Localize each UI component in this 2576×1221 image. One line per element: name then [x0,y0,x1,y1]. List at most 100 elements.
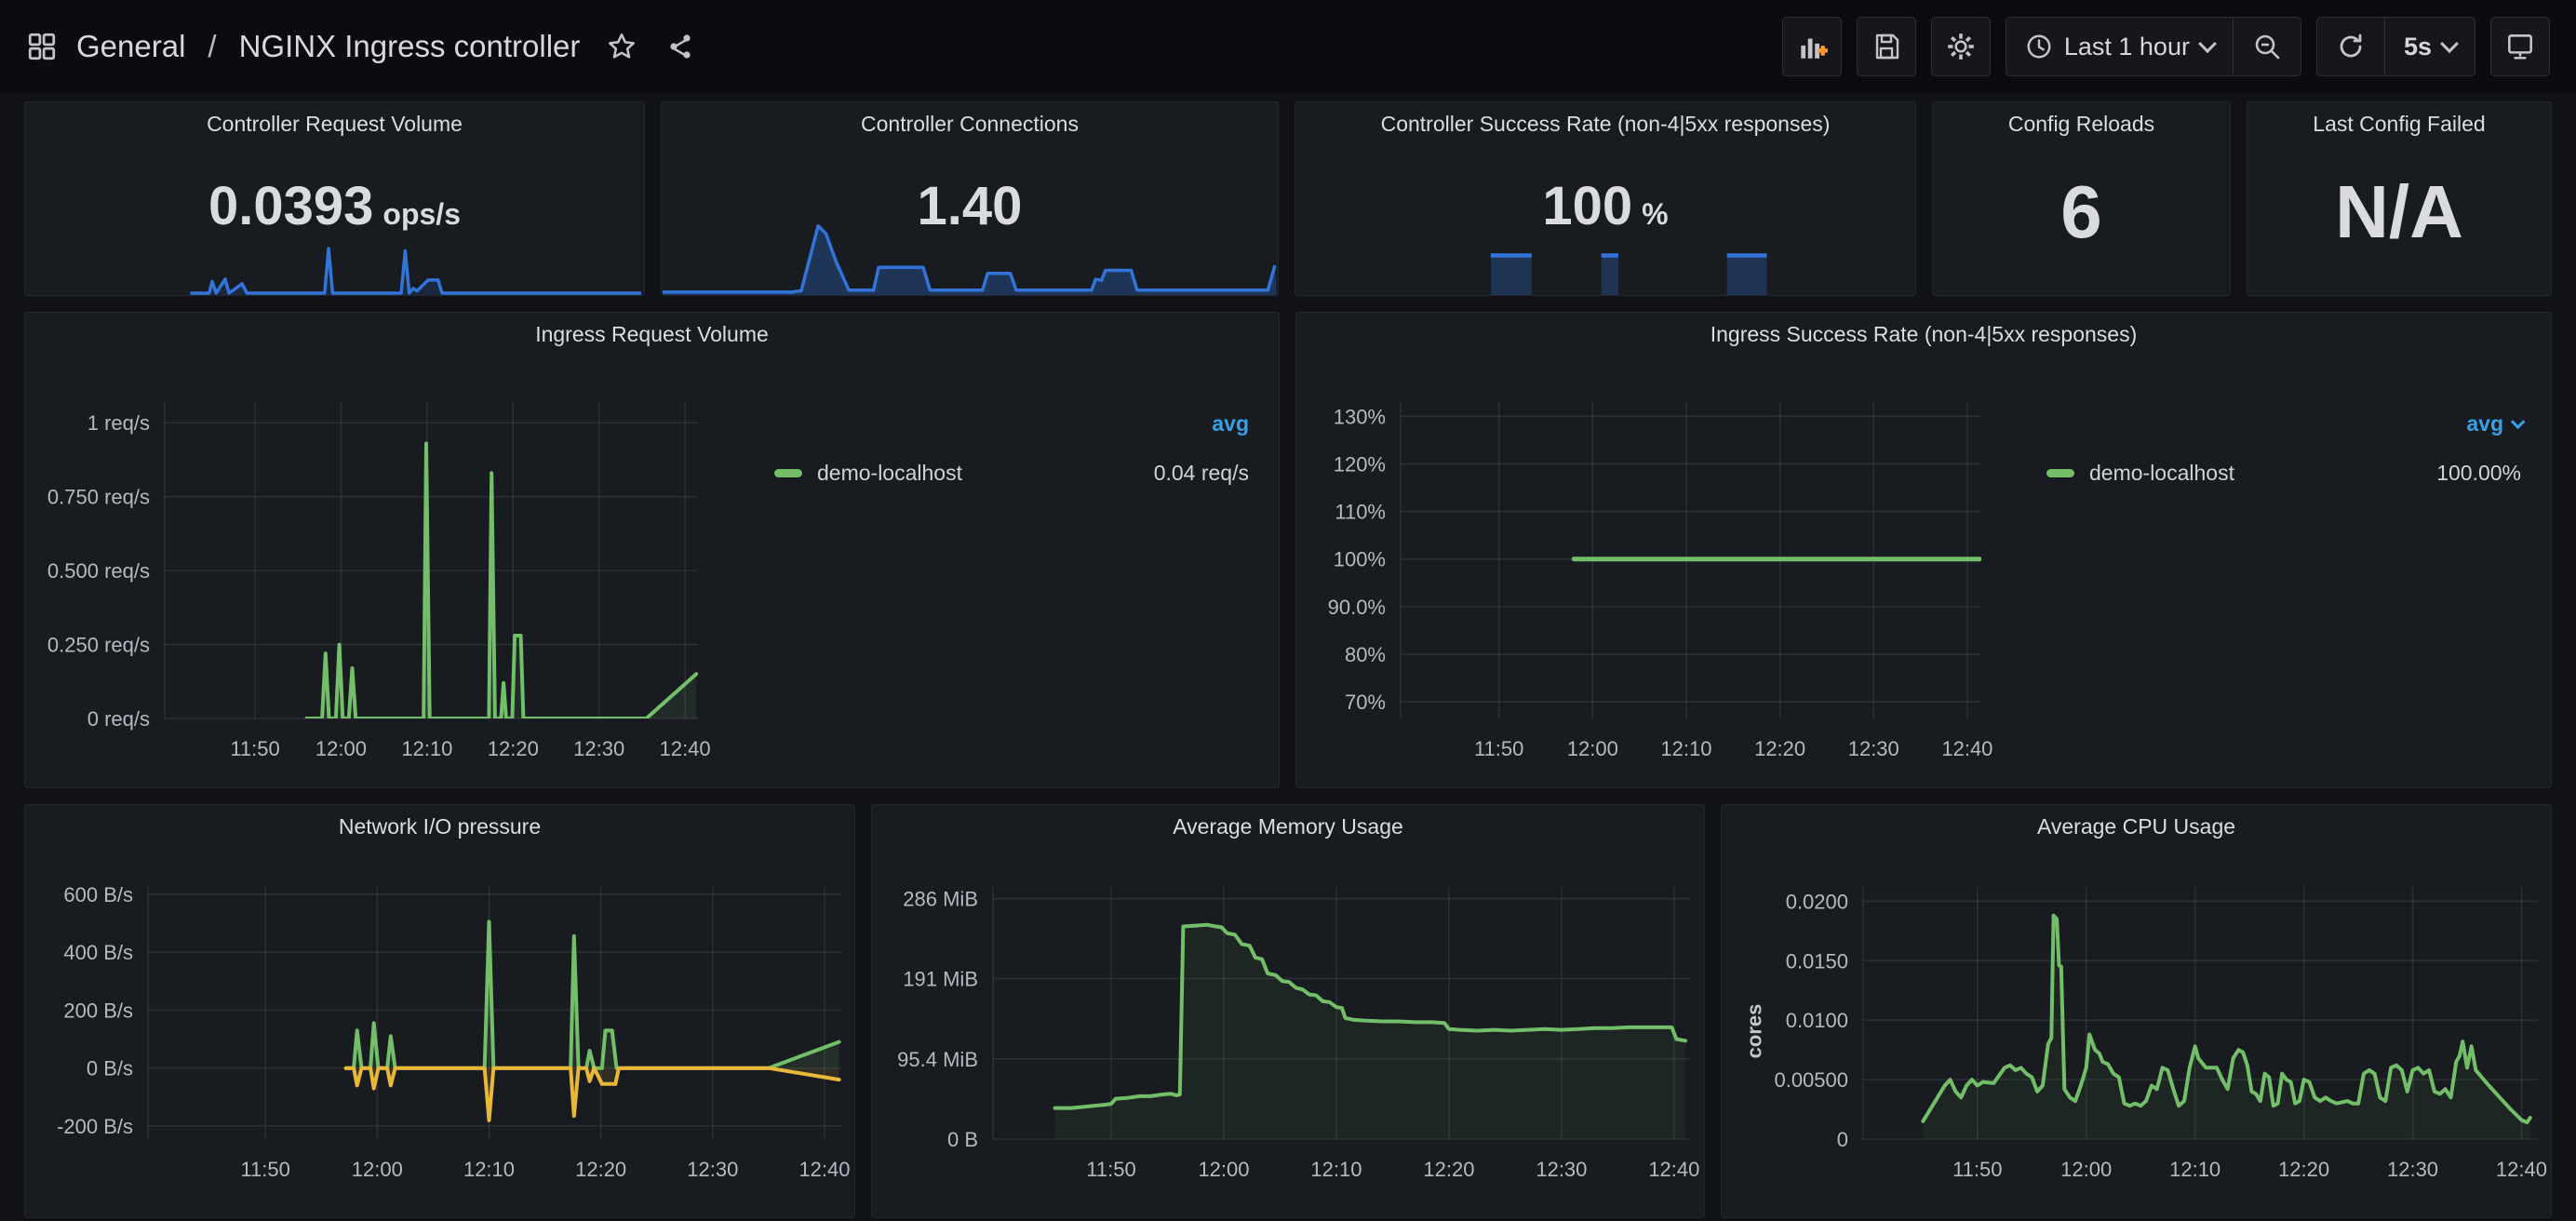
chart-legend: avg demo-localhost 0.04 req/s [720,352,1279,787]
x-axis-tick-label: 12:20 [575,1158,626,1181]
network-io-chart[interactable]: -200 B/s0 B/s200 B/s400 B/s600 B/s11:501… [25,844,854,1217]
y-axis-tick-label: 286 MiB [903,888,978,911]
x-axis-tick-label: 12:40 [1648,1158,1699,1181]
sparkline-line [190,248,641,293]
legend-row: demo-localhost 100.00% [1992,461,2551,486]
y-axis-tick-label: 0.750 req/s [47,486,150,509]
x-axis-tick-label: 12:40 [660,737,711,760]
y-axis-tick-label: 600 B/s [63,883,133,906]
stat-value: 6 [2060,169,2102,255]
y-axis-tick-label: 1 req/s [87,411,150,435]
x-axis-tick-label: 12:00 [315,737,367,760]
x-axis-tick-label: 12:20 [2278,1158,2329,1181]
y-axis-tick-label: 100% [1334,548,1386,571]
stat-value-wrap: N/A [2247,141,2551,295]
panel-title[interactable]: Average Memory Usage [872,805,1704,844]
chart-body: 0 req/s0.250 req/s0.500 req/s0.750 req/s… [25,352,1279,787]
y-axis-tick-label: 0.0150 [1786,949,1848,973]
panel-title[interactable]: Ingress Success Rate (non-4|5xx response… [1296,313,2551,352]
x-axis-tick-label: 12:40 [2496,1158,2547,1181]
y-axis-tick-label: 70% [1345,691,1386,714]
toolbar: Last 1 hour 5s [1782,17,2550,76]
chevron-down-icon [2440,34,2459,53]
series-name[interactable]: demo-localhost [2089,461,2234,486]
breadcrumb-folder[interactable]: General [76,29,185,64]
series-line [307,444,697,719]
panel-title[interactable]: Network I/O pressure [25,805,854,844]
panel-average-cpu-usage: Average CPU Usage cores 00.005000.01000.… [1721,804,2552,1218]
panel-title[interactable]: Average CPU Usage [1722,805,2551,844]
average-cpu-chart[interactable]: 00.005000.01000.01500.020011:5012:0012:1… [1722,844,2551,1217]
series-line [346,921,839,1067]
y-axis-tick-label: 0.0100 [1786,1009,1848,1032]
panel-title[interactable]: Config Reloads [1933,102,2230,141]
x-axis-tick-label: 12:00 [2060,1158,2112,1181]
ingress-success-rate-chart[interactable]: 70%80%90.0%100%110%120%130%11:5012:0012:… [1296,352,1992,787]
dashboard-settings-button[interactable] [1931,17,1991,76]
y-axis-tick-label: 110% [1335,501,1386,524]
kiosk-mode-button[interactable] [2490,17,2550,76]
stat-value: 0.0393 ops/s [208,175,461,237]
x-axis-tick-label: 12:30 [687,1158,738,1181]
y-axis-tick-label: 0 req/s [87,707,150,731]
series-avg-value: 100.00% [2436,461,2521,486]
x-axis-tick-label: 12:10 [1660,737,1711,760]
panel-controller-request-volume: Controller Request Volume 0.0393 ops/s [24,101,645,296]
panel-last-config-failed: Last Config Failed N/A [2247,101,2552,296]
panel-title[interactable]: Controller Success Rate (non-4|5xx respo… [1295,102,1915,141]
x-axis-tick-label: 11:50 [1952,1158,2002,1181]
panel-title[interactable]: Controller Connections [662,102,1278,141]
chart-body: 00.005000.01000.01500.020011:5012:0012:1… [1722,844,2551,1217]
stat-panel-row: Controller Request Volume 0.0393 ops/s C… [24,101,2552,296]
legend-stat-header[interactable]: avg [1992,411,2551,436]
chart-body: -200 B/s0 B/s200 B/s400 B/s600 B/s11:501… [25,844,854,1217]
star-icon[interactable] [606,31,637,62]
x-axis-tick-label: 12:40 [798,1158,850,1181]
series-avg-value: 0.04 req/s [1154,461,1249,486]
x-axis-tick-label: 12:00 [352,1158,403,1181]
x-axis-tick-label: 12:10 [463,1158,515,1181]
add-panel-button[interactable] [1782,17,1842,76]
save-dashboard-button[interactable] [1857,17,1916,76]
success-bar [1491,254,1532,295]
breadcrumb: General / NGINX Ingress controller [26,29,695,64]
y-axis-tick-label: 130% [1334,405,1386,428]
stat-value-wrap: 6 [1933,141,2230,295]
x-axis-tick-label: 11:50 [230,737,279,760]
x-axis-tick-label: 12:10 [401,737,452,760]
ingress-request-volume-chart[interactable]: 0 req/s0.250 req/s0.500 req/s0.750 req/s… [25,352,720,787]
stat-value: 100 % [1542,175,1668,237]
panel-title[interactable]: Last Config Failed [2247,102,2551,141]
x-axis-tick-label: 12:20 [1754,737,1805,760]
y-axis-tick-label: 400 B/s [63,941,133,964]
y-axis-tick-label: 120% [1334,452,1386,476]
y-axis-tick-label: 0.0200 [1786,890,1848,913]
x-axis-tick-label: 12:30 [2387,1158,2438,1181]
x-axis-tick-label: 12:30 [573,737,624,760]
x-axis-tick-label: 12:10 [2169,1158,2220,1181]
series-color-swatch [774,469,802,477]
refresh-button[interactable] [2317,18,2384,75]
refresh-interval-picker[interactable]: 5s [2384,18,2475,75]
zoom-out-button[interactable] [2233,18,2301,75]
average-memory-chart[interactable]: 0 B95.4 MiB191 MiB286 MiB11:5012:0012:10… [872,844,1704,1217]
share-icon[interactable] [665,32,695,61]
panel-ingress-success-rate: Ingress Success Rate (non-4|5xx response… [1295,312,2552,788]
x-axis-tick-label: 12:10 [1310,1158,1362,1181]
dashboard-title: NGINX Ingress controller [239,29,581,64]
time-range-picker[interactable]: Last 1 hour [2006,18,2233,75]
x-axis-tick-label: 11:50 [240,1158,289,1181]
chart-body: 0 B95.4 MiB191 MiB286 MiB11:5012:0012:10… [872,844,1704,1217]
series-name[interactable]: demo-localhost [817,461,962,486]
top-navbar: General / NGINX Ingress controller [0,0,2576,93]
chart-body: 70%80%90.0%100%110%120%130%11:5012:0012:… [1296,352,2551,787]
y-axis-tick-label: 0 [1837,1128,1848,1151]
dashboards-grid-icon[interactable] [26,31,58,62]
clock-icon [2025,33,2053,60]
panel-title[interactable]: Ingress Request Volume [25,313,1279,352]
panel-title[interactable]: Controller Request Volume [25,102,644,141]
series-color-swatch [2046,469,2074,477]
panel-config-reloads: Config Reloads 6 [1932,101,2231,296]
dashboard-canvas: Controller Request Volume 0.0393 ops/s C… [0,93,2576,1218]
legend-stat-header[interactable]: avg [720,411,1279,436]
